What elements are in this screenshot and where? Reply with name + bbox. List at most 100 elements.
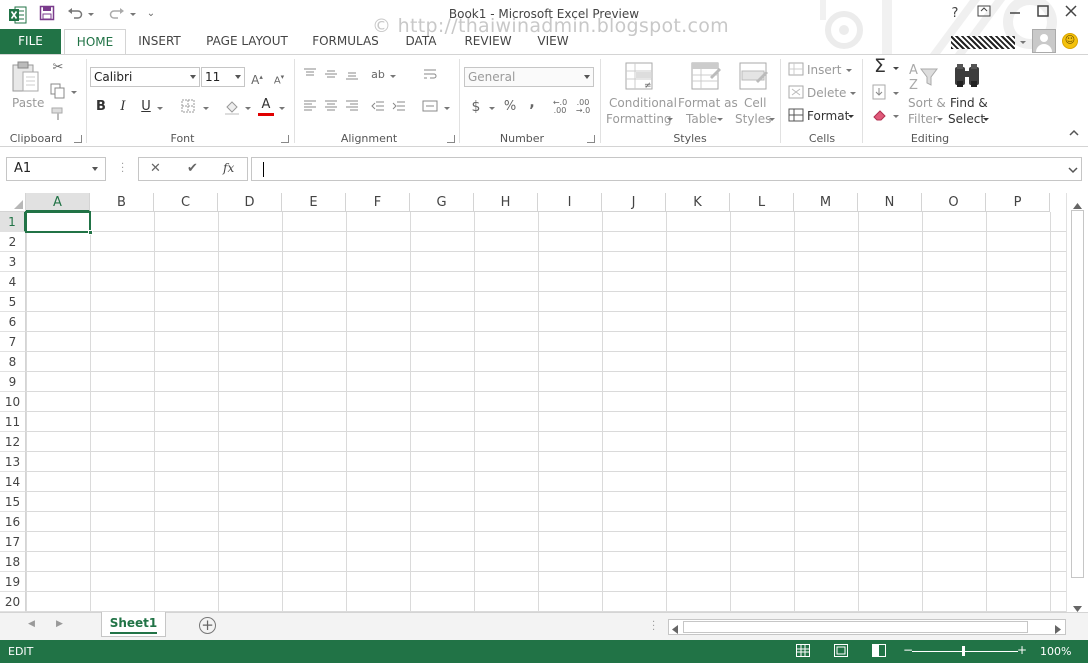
cell-styles-label-1[interactable]: Cell xyxy=(744,96,766,110)
tab-data[interactable]: DATA xyxy=(398,29,444,54)
comma-button[interactable]: , xyxy=(524,95,540,111)
close-icon[interactable] xyxy=(1058,3,1084,25)
column-header[interactable]: F xyxy=(346,193,410,212)
cell-styles-icon[interactable] xyxy=(738,61,770,93)
row-header[interactable]: 1 xyxy=(0,212,26,232)
fill-handle[interactable] xyxy=(88,230,93,235)
delete-cells-icon[interactable] xyxy=(788,84,804,100)
insert-cells-icon[interactable] xyxy=(788,61,804,77)
borders-icon[interactable] xyxy=(180,99,196,115)
format-cells-icon[interactable] xyxy=(788,107,804,123)
merge-dropdown-icon[interactable] xyxy=(444,107,450,110)
tab-file[interactable]: FILE xyxy=(0,29,61,54)
row-header[interactable]: 4 xyxy=(0,272,26,292)
column-header[interactable]: B xyxy=(90,193,154,212)
row-header[interactable]: 16 xyxy=(0,512,26,532)
clear-dropdown-icon[interactable] xyxy=(893,115,899,118)
format-cells-button[interactable]: Format xyxy=(807,109,849,123)
format-as-table-label-1[interactable]: Format as xyxy=(678,96,738,110)
scroll-left-icon[interactable] xyxy=(672,623,678,637)
insert-dropdown-icon[interactable] xyxy=(846,69,852,72)
borders-dropdown-icon[interactable] xyxy=(203,107,209,110)
confirm-entry-button[interactable]: ✔ xyxy=(187,161,198,176)
formula-input[interactable] xyxy=(251,157,1082,181)
column-header[interactable]: D xyxy=(218,193,282,212)
conditional-formatting-label-2[interactable]: Formatting xyxy=(606,112,672,126)
tab-split-grip[interactable]: · · · xyxy=(652,618,655,636)
number-launcher-icon[interactable] xyxy=(587,135,595,143)
align-right-icon[interactable] xyxy=(344,99,360,115)
format-painter-icon[interactable] xyxy=(50,106,66,122)
scroll-right-icon[interactable] xyxy=(1055,623,1061,637)
row-header[interactable]: 2 xyxy=(0,232,26,252)
tab-formulas[interactable]: FORMULAS xyxy=(307,29,384,54)
column-header[interactable]: G xyxy=(410,193,474,212)
tab-review[interactable]: REVIEW xyxy=(458,29,518,54)
orientation-dropdown-icon[interactable] xyxy=(390,75,396,78)
underline-button[interactable]: U xyxy=(138,99,154,115)
conditional-formatting-dropdown-icon[interactable] xyxy=(667,118,673,121)
autosum-dropdown-icon[interactable] xyxy=(893,67,899,70)
align-left-icon[interactable] xyxy=(302,99,318,115)
paste-button[interactable]: Paste xyxy=(12,96,44,110)
row-header[interactable]: 14 xyxy=(0,472,26,492)
worksheet-grid[interactable]: ABCDEFGHIJKLMNOP 1 2 3 4 5 6 7 8 9 10 11 12 13 14 15 16… xyxy=(0,193,1066,612)
italic-button[interactable]: I xyxy=(115,99,131,115)
sheet-tab[interactable]: Sheet1 xyxy=(101,612,166,637)
decrease-indent-icon[interactable] xyxy=(370,99,386,115)
increase-decimal-icon[interactable]: ←.0.00 xyxy=(552,99,568,115)
account-dropdown-icon[interactable] xyxy=(1020,41,1026,44)
row-header[interactable]: 18 xyxy=(0,552,26,572)
font-size-combo[interactable]: 11 xyxy=(201,67,245,87)
grow-font-icon[interactable]: A▴ xyxy=(249,69,265,87)
column-header[interactable]: J xyxy=(602,193,666,212)
format-as-table-icon[interactable] xyxy=(690,61,722,93)
vertical-scrollbar[interactable] xyxy=(1066,193,1088,612)
orientation-icon[interactable]: ab xyxy=(370,67,386,83)
align-center-icon[interactable] xyxy=(323,99,339,115)
row-header[interactable]: 3 xyxy=(0,252,26,272)
ribbon-display-options-icon[interactable] xyxy=(971,3,997,25)
select-all-button[interactable] xyxy=(0,193,26,212)
vertical-scroll-thumb[interactable] xyxy=(1071,210,1084,578)
row-header[interactable]: 6 xyxy=(0,312,26,332)
row-header[interactable]: 11 xyxy=(0,412,26,432)
column-header[interactable]: H xyxy=(474,193,538,212)
minimize-icon[interactable] xyxy=(1002,3,1028,25)
column-header[interactable]: O xyxy=(922,193,986,212)
sort-filter-label-1[interactable]: Sort & xyxy=(908,96,946,110)
next-sheet-icon[interactable]: ▶ xyxy=(56,619,63,629)
column-header[interactable]: A xyxy=(26,193,90,212)
tab-home[interactable]: HOME xyxy=(64,29,126,55)
align-top-icon[interactable] xyxy=(302,67,318,83)
format-as-table-dropdown-icon[interactable] xyxy=(717,118,723,121)
paste-icon[interactable] xyxy=(10,60,42,92)
align-middle-icon[interactable] xyxy=(323,67,339,83)
row-header[interactable]: 7 xyxy=(0,332,26,352)
tab-view[interactable]: VIEW xyxy=(530,29,576,54)
merge-center-icon[interactable] xyxy=(422,99,438,115)
tab-page-layout[interactable]: PAGE LAYOUT xyxy=(200,29,294,54)
currency-dropdown-icon[interactable] xyxy=(489,107,495,110)
clipboard-launcher-icon[interactable] xyxy=(74,135,82,143)
insert-cells-button[interactable]: Insert xyxy=(807,63,841,77)
underline-dropdown-icon[interactable] xyxy=(157,107,163,110)
zoom-out-button[interactable]: − xyxy=(903,643,913,657)
conditional-formatting-label-1[interactable]: Conditional xyxy=(609,96,677,110)
horizontal-scrollbar[interactable] xyxy=(668,619,1066,635)
sort-filter-label-2[interactable]: Filter xyxy=(908,112,938,126)
font-name-combo[interactable]: Calibri xyxy=(90,67,200,87)
sort-filter-dropdown-icon[interactable] xyxy=(937,118,943,121)
column-header[interactable]: M xyxy=(794,193,858,212)
zoom-slider-thumb[interactable] xyxy=(962,646,965,656)
delete-cells-button[interactable]: Delete xyxy=(807,86,846,100)
find-select-label-2[interactable]: Select xyxy=(948,112,985,126)
currency-button[interactable]: $ xyxy=(468,99,484,115)
row-header[interactable]: 20 xyxy=(0,592,26,612)
row-header[interactable]: 5 xyxy=(0,292,26,312)
row-header[interactable]: 17 xyxy=(0,532,26,552)
delete-dropdown-icon[interactable] xyxy=(850,92,856,95)
shrink-font-icon[interactable]: A▾ xyxy=(271,69,287,86)
number-format-combo[interactable]: General xyxy=(464,67,594,87)
column-header[interactable]: C xyxy=(154,193,218,212)
